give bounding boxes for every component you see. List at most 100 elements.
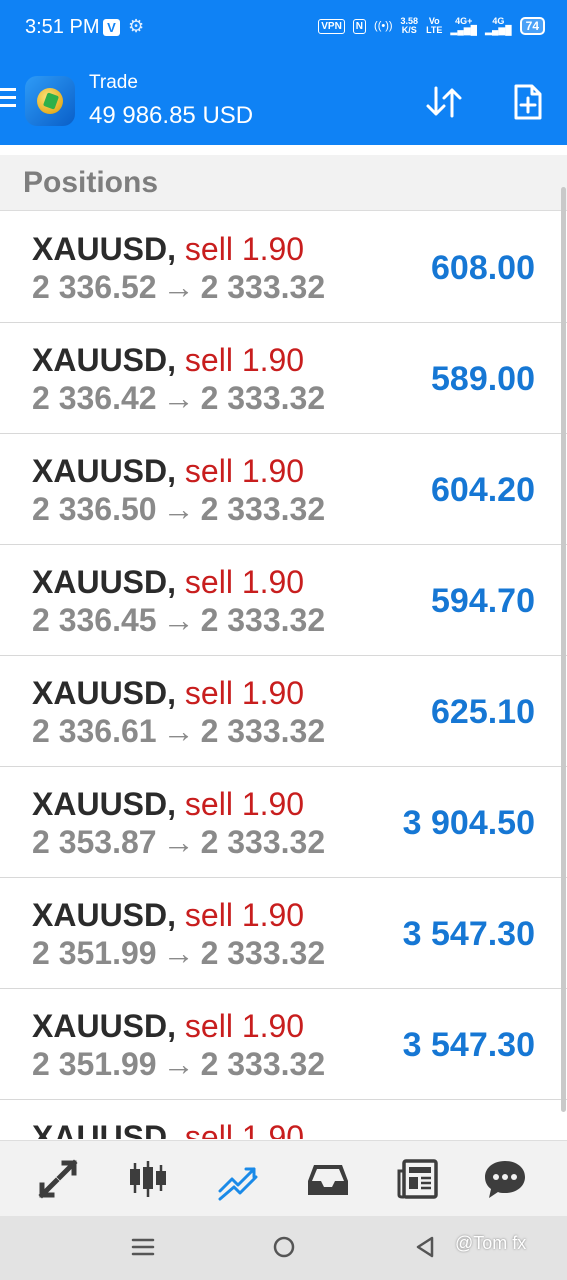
price-line: 2 351.99 → 2 333.32: [32, 1046, 325, 1083]
position-row[interactable]: XAUUSD, sell 1.90 2 336.52 → 2 333.32 608.…: [0, 212, 567, 323]
price-arrow-icon: →: [162, 935, 195, 971]
trade-type-volume: sell 1.90: [184, 897, 305, 933]
current-price: 2 333.32: [200, 491, 326, 527]
add-document-icon: [514, 84, 542, 120]
chat-bubble-icon: [485, 1161, 525, 1198]
hotspot-icon: ((•)): [374, 20, 393, 32]
home-circle-icon: [273, 1236, 295, 1258]
positions-section-header: Positions: [0, 155, 567, 211]
profit-value: 625.10: [431, 693, 535, 731]
symbol: XAUUSD,: [32, 675, 177, 711]
profit-value: 3 547.30: [402, 1026, 535, 1064]
watermark: @Tom fx: [455, 1233, 527, 1253]
account-balance: 49 986.85 USD: [89, 102, 254, 129]
app-header: 3:51 PM V ⚙ VPN N ((•)) 3.58 K/S Vo LTE 4G…: [0, 0, 567, 145]
volte-icon: Vo LTE: [426, 16, 443, 35]
profit-value: 604.20: [431, 471, 535, 509]
open-price: 2 351.99: [32, 935, 157, 971]
signal-4g-plus-icon: 4G+ ▂▄▆█: [450, 16, 478, 35]
home-button[interactable]: [269, 1232, 299, 1262]
menu-nav-icon: [131, 1238, 155, 1256]
tab-messages[interactable]: [483, 1157, 527, 1201]
position-symbol-line: XAUUSD, sell 1.90: [32, 453, 304, 490]
open-price: 2 353.87: [32, 824, 157, 860]
tab-trade[interactable]: [216, 1157, 260, 1201]
new-order-button[interactable]: [508, 82, 548, 122]
price-line: 2 353.87 → 2 333.32: [32, 824, 325, 861]
position-symbol-line: XAUUSD, sell 1.90: [32, 564, 304, 601]
trade-type-volume: sell 1.90: [184, 453, 305, 489]
tab-chart[interactable]: [126, 1157, 170, 1201]
back-button[interactable]: [410, 1232, 440, 1262]
price-arrow-icon: →: [162, 491, 195, 527]
recent-apps-button[interactable]: [128, 1232, 158, 1262]
tab-history[interactable]: [306, 1157, 350, 1201]
candlestick-chart-icon: [130, 1161, 166, 1197]
open-price: 2 336.50: [32, 491, 157, 527]
price-arrow-icon: →: [162, 380, 195, 416]
vpn-icon: VPN: [318, 18, 345, 34]
trade-type-volume: sell 1.90: [184, 1008, 305, 1044]
page-title: Trade: [89, 72, 138, 93]
price-arrow-icon: →: [162, 269, 195, 305]
profit-value: 3 904.50: [402, 804, 535, 842]
current-price: 2 333.32: [200, 713, 326, 749]
trade-type-volume: sell 1.90: [184, 342, 305, 378]
bottom-tab-bar: [0, 1140, 567, 1216]
tab-quotes[interactable]: [36, 1157, 80, 1201]
open-price: 2 351.99: [32, 1046, 157, 1082]
sort-arrows-icon: [426, 86, 462, 118]
profit-value: 594.70: [431, 582, 535, 620]
symbol: XAUUSD,: [32, 786, 177, 822]
position-row[interactable]: XAUUSD, sell 1.90 2 336.61 → 2 333.32 625.…: [0, 656, 567, 767]
scrollbar[interactable]: [561, 187, 566, 1112]
current-price: 2 333.32: [200, 602, 326, 638]
news-icon: [397, 1159, 438, 1199]
section-title: Positions: [23, 166, 159, 199]
position-row[interactable]: XAUUSD, sell 1.90 2 336.45 → 2 333.32 594.…: [0, 545, 567, 656]
trade-trend-icon: [218, 1167, 258, 1201]
tab-news[interactable]: [396, 1157, 440, 1201]
position-row[interactable]: XAUUSD, sell 1.90 2 336.50 → 2 333.32 604.…: [0, 434, 567, 545]
metatrader-logo: [25, 76, 75, 126]
trade-type-volume: sell 1.90: [184, 675, 305, 711]
hamburger-menu-icon[interactable]: [0, 88, 16, 112]
trade-type-volume: sell 1.90: [184, 564, 305, 600]
position-symbol-line: XAUUSD, sell 1.90: [32, 786, 304, 823]
status-time: 3:51 PM: [25, 16, 100, 38]
status-right-group: VPN N ((•)) 3.58 K/S Vo LTE 4G+ ▂▄▆█ 4G ▂▄▆█…: [318, 17, 545, 35]
position-symbol-line: XAUUSD, sell 1.90: [32, 1119, 304, 1139]
v-badge-icon: V: [103, 19, 120, 36]
price-arrow-icon: →: [162, 1046, 195, 1082]
open-price: 2 336.61: [32, 713, 157, 749]
status-bar: 3:51 PM V ⚙ VPN N ((•)) 3.58 K/S Vo LTE 4G…: [0, 0, 567, 58]
trade-type-volume: sell 1.90: [184, 1119, 305, 1139]
position-row[interactable]: XAUUSD, sell 1.90 2 336.42 → 2 333.32 589.…: [0, 323, 567, 434]
position-symbol-line: XAUUSD, sell 1.90: [32, 675, 304, 712]
current-price: 2 333.32: [200, 380, 326, 416]
signal-4g-icon: 4G ▂▄▆█: [485, 16, 512, 35]
current-price: 2 333.32: [200, 269, 326, 305]
price-line: 2 336.45 → 2 333.32: [32, 602, 325, 639]
price-arrow-icon: →: [162, 602, 195, 638]
price-line: 2 351.99 → 2 333.32: [32, 935, 325, 972]
price-arrow-icon: →: [162, 713, 195, 749]
price-line: 2 336.52 → 2 333.32: [32, 269, 325, 306]
symbol: XAUUSD,: [32, 453, 177, 489]
position-symbol-line: XAUUSD, sell 1.90: [32, 231, 304, 268]
position-row[interactable]: XAUUSD, sell 1.90 2 351.99 → 2 333.32 3 54…: [0, 878, 567, 989]
open-price: 2 336.52: [32, 269, 157, 305]
symbol: XAUUSD,: [32, 1119, 177, 1139]
price-line: 2 336.42 → 2 333.32: [32, 380, 325, 417]
position-symbol-line: XAUUSD, sell 1.90: [32, 1008, 304, 1045]
position-row[interactable]: XAUUSD, sell 1.90 2 351.99 → 2 333.32 3 54…: [0, 989, 567, 1100]
positions-list[interactable]: XAUUSD, sell 1.90 2 336.52 → 2 333.32 608.…: [0, 212, 567, 1139]
sort-button[interactable]: [424, 82, 464, 122]
inbox-history-icon: [308, 1165, 348, 1195]
symbol: XAUUSD,: [32, 231, 177, 267]
symbol: XAUUSD,: [32, 1008, 177, 1044]
notification-gear-icon: ⚙: [128, 16, 145, 36]
position-row[interactable]: XAUUSD, sell 1.90 2 353.87 → 2 333.32 3 90…: [0, 767, 567, 878]
position-row[interactable]: XAUUSD, sell 1.90: [0, 1100, 567, 1139]
profit-value: 3 547.30: [402, 915, 535, 953]
